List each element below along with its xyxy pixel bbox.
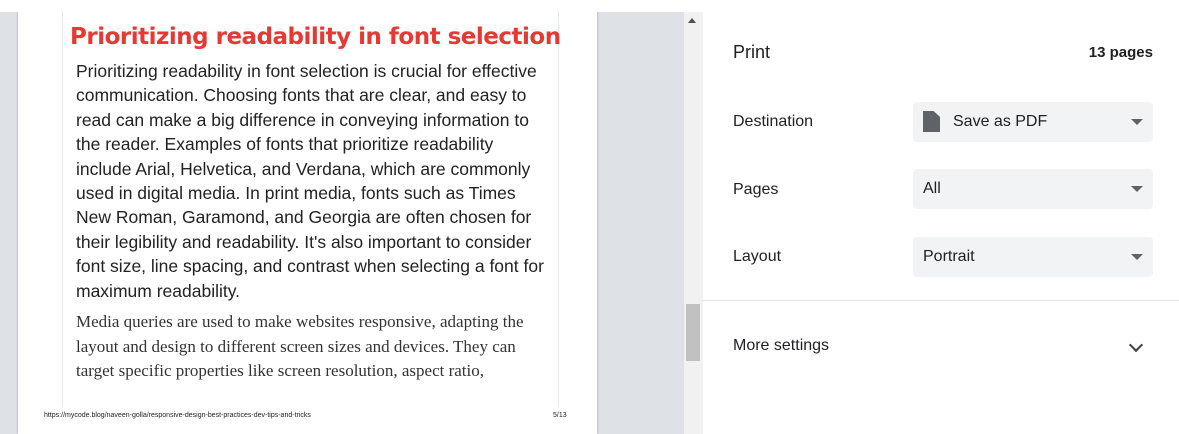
file-icon bbox=[923, 111, 940, 132]
chevron-down-icon[interactable] bbox=[1128, 337, 1144, 353]
more-settings-toggle[interactable]: More settings bbox=[733, 337, 829, 355]
section-divider bbox=[703, 300, 1179, 301]
layout-label: Layout bbox=[733, 248, 782, 265]
preview-scrollbar[interactable] bbox=[684, 12, 703, 434]
scroll-up-arrow-icon[interactable] bbox=[688, 18, 696, 23]
dropdown-arrow-icon bbox=[1131, 254, 1143, 260]
scrollbar-thumb[interactable] bbox=[686, 304, 700, 361]
pages-label: Pages bbox=[733, 181, 779, 198]
pages-value: All bbox=[923, 180, 941, 197]
pages-select[interactable]: All bbox=[913, 169, 1153, 209]
preview-paragraph: Prioritizing readability in font selecti… bbox=[76, 61, 544, 301]
layout-select[interactable]: Portrait bbox=[913, 237, 1153, 277]
destination-value: Save as PDF bbox=[953, 113, 1048, 130]
dropdown-arrow-icon bbox=[1131, 186, 1143, 192]
dropdown-arrow-icon bbox=[1131, 119, 1143, 125]
print-settings-panel: Print 13 pages Destination Save as PDF P… bbox=[703, 12, 1179, 434]
sheet-count: 13 pages bbox=[1088, 44, 1153, 61]
panel-title: Print bbox=[733, 42, 771, 62]
preview-heading: Prioritizing readability in font selecti… bbox=[70, 24, 561, 50]
preview-page: Prioritizing readability in font selecti… bbox=[18, 12, 597, 434]
page-footer-number: 5/13 bbox=[553, 412, 567, 419]
page-footer-url: https://mycode.blog/naveen-golla/respons… bbox=[44, 412, 311, 419]
print-preview-area[interactable]: Prioritizing readability in font selecti… bbox=[0, 12, 684, 434]
layout-value: Portrait bbox=[923, 248, 975, 265]
preview-paragraph: Media queries are used to make websites … bbox=[76, 312, 524, 380]
destination-label: Destination bbox=[733, 113, 814, 130]
destination-select[interactable]: Save as PDF bbox=[913, 102, 1153, 142]
